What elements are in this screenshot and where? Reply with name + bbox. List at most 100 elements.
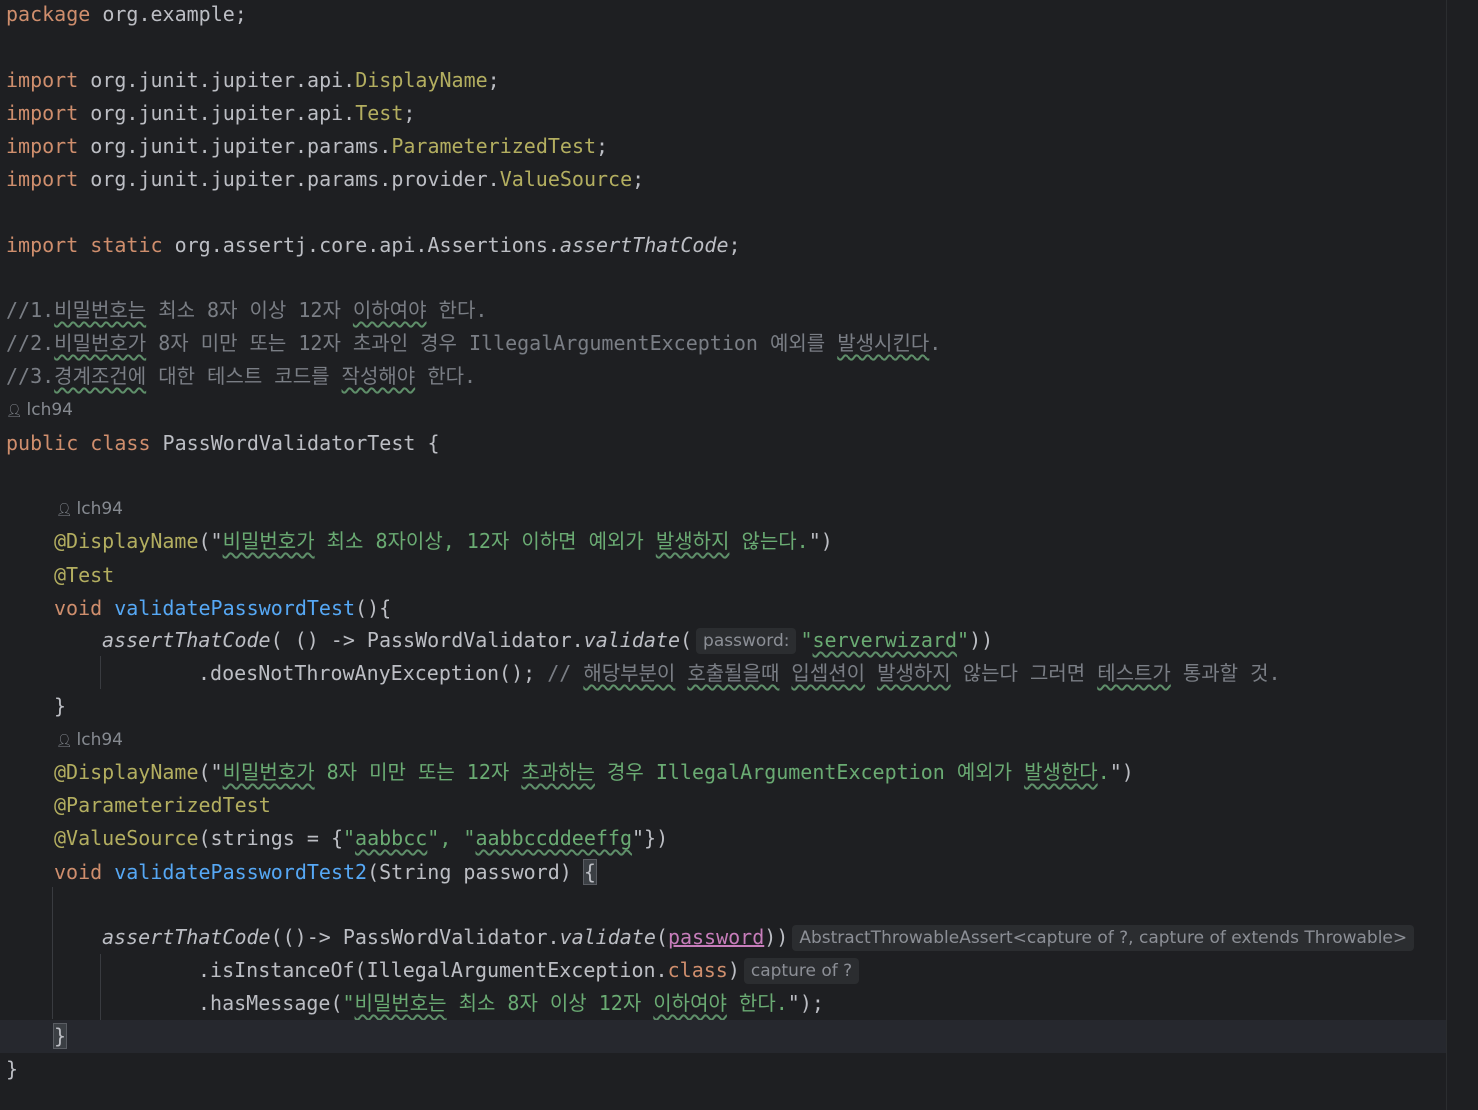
comment-line[interactable]: //1.비밀번호는 최소 8자 이상 12자 이하여야 한다. (0, 294, 1446, 327)
string: 비밀번호가 (222, 760, 315, 784)
code-line[interactable]: @DisplayName("비밀번호가 최소 8자이상, 12자 이하면 예외가… (0, 525, 1446, 558)
comment-text: 대한 테스트 코드를 (146, 364, 342, 388)
annotation: @ValueSource (54, 826, 199, 850)
comment-prefix: //1. (6, 298, 55, 322)
string: 비밀번호는 (354, 991, 447, 1015)
string: 발생한다 (1024, 760, 1098, 784)
string: serverwizard (812, 628, 958, 652)
keyword: class (78, 431, 151, 455)
code-text: .doesNotThrowAnyException(); (198, 661, 548, 685)
code-line[interactable]: void validatePasswordTest(){ (0, 592, 1446, 625)
method-name: validatePasswordTest2 (102, 860, 368, 884)
import-class: ParameterizedTest (391, 134, 597, 158)
person-icon: 👤︎ (6, 404, 23, 419)
semicolon: ; (487, 68, 500, 92)
keyword: static (78, 233, 163, 257)
annotation: @DisplayName (54, 760, 199, 784)
comment-line[interactable]: //3.경계조건에 대한 테스트 코드를 작성해야 한다. (0, 360, 1446, 393)
punctuation: ( (655, 925, 668, 949)
author-inlay[interactable]: 👤︎ lch94 (0, 493, 1446, 526)
import-path: org.assertj.core.api.Assertions. (162, 233, 560, 257)
person-icon: 👤︎ (56, 503, 73, 518)
import-path: org.junit.jupiter.api. (78, 68, 356, 92)
annotation: @Test (54, 563, 115, 587)
punctuation: "); (787, 991, 824, 1015)
comment-line[interactable]: //2.비밀번호가 8자 미만 또는 12자 초과인 경우 IllegalArg… (0, 327, 1446, 360)
author-name: lch94 (76, 499, 123, 519)
string: 비밀번호가 (222, 529, 315, 553)
author-inlay[interactable]: 👤︎ lch94 (0, 724, 1446, 757)
code-text: (()-> PassWordValidator. (270, 925, 560, 949)
code-line[interactable]: @ValueSource(strings = {"aabbcc", "aabbc… (0, 822, 1446, 855)
string: 8자 미만 또는 12자 (314, 760, 522, 784)
punctuation: ( (679, 628, 693, 652)
string: 초과하는 (521, 760, 595, 784)
code-line[interactable]: import static org.assertj.core.api.Asser… (0, 229, 1446, 262)
code-editor[interactable]: package org.example; import org.junit.ju… (0, 0, 1478, 1110)
keyword: import (6, 233, 79, 257)
author-inlay[interactable]: 👤︎ lch94 (0, 394, 1446, 427)
code-line[interactable]: import org.junit.jupiter.params.Paramete… (0, 130, 1446, 163)
code-line[interactable]: .hasMessage("비밀번호는 최소 8자 이상 12자 이하여야 한다.… (0, 987, 1446, 1020)
author-name: lch94 (26, 400, 73, 420)
keyword: import (6, 101, 79, 125)
punctuation: ) (727, 958, 740, 982)
code-line[interactable]: package org.example; (0, 0, 1446, 31)
code-line[interactable]: } (0, 1053, 1446, 1086)
punctuation: )) (764, 925, 789, 949)
comment-text: 통과할 것. (1170, 661, 1281, 685)
code-line[interactable]: @DisplayName("비밀번호가 8자 미만 또는 12자 초과하는 경우… (0, 756, 1446, 789)
keyword: import (6, 167, 79, 191)
punctuation: (){ (355, 596, 392, 620)
import-class: Test (355, 101, 404, 125)
string: 이하여야 (653, 991, 727, 1015)
string: " (343, 826, 356, 850)
code-line[interactable]: @ParameterizedTest (0, 789, 1446, 822)
string: 최소 8자 이상 12자 (446, 991, 654, 1015)
comment-text: . (929, 331, 942, 355)
string: . (1097, 760, 1110, 784)
code-line[interactable]: .doesNotThrowAnyException(); // 해당부분이 호출… (0, 657, 1446, 690)
code-line[interactable]: } (0, 690, 1446, 723)
punctuation: "}) (632, 826, 669, 850)
code-text: ( () -> PassWordValidator. (270, 628, 584, 652)
comment-text: 비밀번호가 (54, 331, 147, 355)
method-call: assertThatCode (102, 628, 271, 652)
code-line[interactable]: import org.junit.jupiter.params.provider… (0, 163, 1446, 196)
matched-brace: { (582, 859, 597, 885)
code-line[interactable]: public class PassWordValidatorTest { (0, 427, 1446, 460)
parameter-hint: password: (696, 628, 797, 654)
comment-text: 발생시킨다 (837, 331, 930, 355)
code-line[interactable]: assertThatCode( () -> PassWordValidator.… (0, 624, 1446, 657)
string: " (342, 991, 355, 1015)
comment-text (675, 661, 687, 685)
comment-text: 않는다 그러면 (950, 661, 1098, 685)
comment-text: 최소 8자 이상 12자 (146, 298, 353, 322)
code-line[interactable]: @Test (0, 559, 1446, 592)
method-name: validatePasswordTest (102, 596, 356, 620)
keyword: package (6, 2, 91, 26)
method-call: assertThatCode (102, 925, 271, 949)
keyword: import (6, 134, 79, 158)
keyword: void (54, 860, 103, 884)
current-line[interactable]: } (0, 1020, 1446, 1053)
code-line[interactable]: void validatePasswordTest2(String passwo… (0, 856, 1446, 889)
keyword: public (6, 431, 79, 455)
string: " (800, 628, 813, 652)
class-name: PassWordValidatorTest { (150, 431, 440, 455)
code-line[interactable]: import org.junit.jupiter.api.DisplayName… (0, 64, 1446, 97)
code-line[interactable]: import org.junit.jupiter.api.Test; (0, 97, 1446, 130)
punctuation: )) (969, 628, 994, 652)
comment-text (865, 661, 877, 685)
static-method: assertThatCode (559, 233, 729, 257)
code-line[interactable]: .isInstanceOf(IllegalArgumentException.c… (0, 954, 1446, 987)
comment-text (779, 661, 791, 685)
string: 발생하지 (655, 529, 730, 553)
punctuation: } (6, 1057, 19, 1081)
annotation: @ParameterizedTest (54, 793, 271, 817)
comment-text: 테스트가 (1097, 661, 1171, 685)
comment-text: 한다. (426, 298, 488, 322)
right-margin-guide (1446, 0, 1447, 1110)
code-line[interactable]: assertThatCode(()-> PassWordValidator.va… (0, 921, 1446, 954)
punctuation: ") (808, 529, 833, 553)
